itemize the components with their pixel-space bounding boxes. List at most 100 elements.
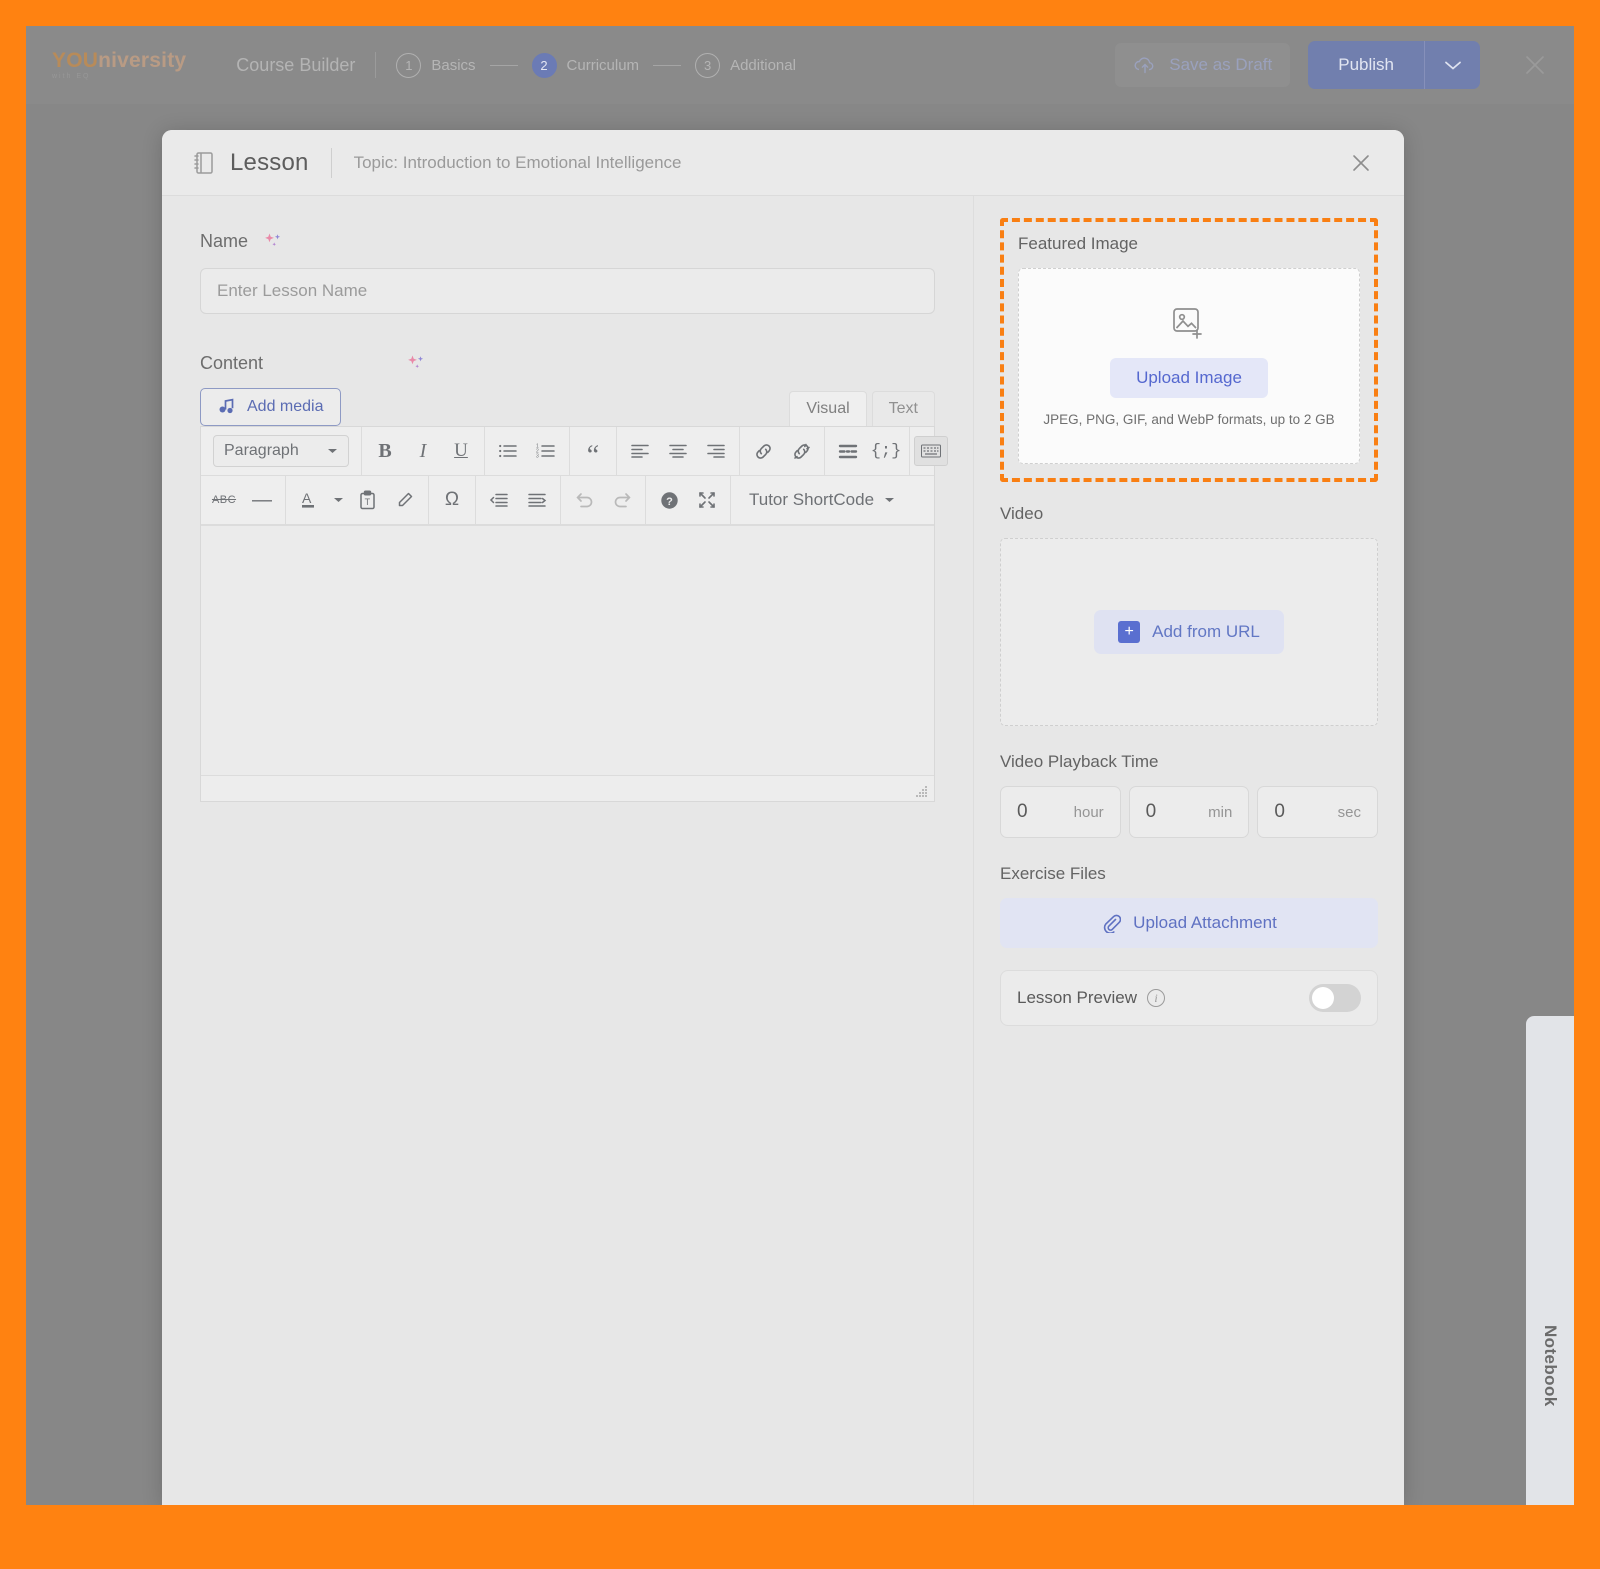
horizontal-rule-icon[interactable]: — <box>243 481 281 519</box>
toolbar-group-insert: {;} <box>825 427 910 475</box>
divider <box>330 147 332 178</box>
close-modal-button[interactable] <box>1348 150 1374 176</box>
add-media-label: Add media <box>247 398 324 415</box>
toolbar-group-link <box>740 427 825 475</box>
editor-content-area[interactable] <box>201 525 934 775</box>
add-media-button[interactable]: Add media <box>200 388 341 426</box>
lesson-form: Name Enter Lesson Name Content Add media… <box>162 196 974 1505</box>
step-curriculum[interactable]: 2 Curriculum <box>531 52 639 78</box>
editor-mode-tabs: Visual Text <box>789 391 935 426</box>
header-actions: Save as Draft Publish <box>1115 41 1550 89</box>
playback-min-unit: min <box>1208 803 1233 821</box>
toolbar-group-quote: “ <box>570 427 617 475</box>
svg-text:T: T <box>364 497 370 507</box>
lesson-preview-row: Lesson Preview i <box>1000 970 1378 1026</box>
playback-hour-input[interactable]: 0 hour <box>1000 786 1121 838</box>
step-number: 3 <box>695 52 721 78</box>
tab-text[interactable]: Text <box>871 391 935 426</box>
toolbar-group-special: Ω <box>429 476 476 524</box>
tutor-shortcode-select[interactable]: Tutor ShortCode <box>735 490 909 510</box>
playback-hour-value: 0 <box>1017 801 1028 822</box>
close-builder-button[interactable] <box>1520 50 1550 80</box>
code-icon[interactable]: {;} <box>867 432 905 470</box>
ai-sparkle-icon[interactable] <box>405 352 427 374</box>
modal-title: Lesson <box>230 148 309 176</box>
featured-image-dropzone[interactable]: Upload Image JPEG, PNG, GIF, and WebP fo… <box>1018 268 1360 464</box>
upload-image-button[interactable]: Upload Image <box>1110 357 1268 398</box>
lesson-name-input[interactable]: Enter Lesson Name <box>200 268 935 314</box>
lesson-preview-toggle[interactable] <box>1309 984 1361 1012</box>
editor-toolbar-row-2: ABC — A T Ω ? Tutor ShortCode <box>201 476 934 525</box>
video-label: Video <box>1000 504 1044 523</box>
paste-as-text-icon[interactable]: T <box>348 481 386 519</box>
notebook-tab[interactable]: Notebook <box>1526 1016 1574 1505</box>
resize-handle[interactable] <box>914 784 928 798</box>
fullscreen-icon[interactable] <box>688 481 726 519</box>
step-basics[interactable]: 1 Basics <box>396 52 476 78</box>
toolbar-group-indent <box>476 476 561 524</box>
logo-tagline: with EQ <box>52 73 91 80</box>
builder-nav: Course Builder 1 Basics 2 Curriculum 3 A… <box>236 52 796 78</box>
step-additional[interactable]: 3 Additional <box>695 52 796 78</box>
undo-icon[interactable] <box>565 481 603 519</box>
italic-icon[interactable]: I <box>404 432 442 470</box>
bulleted-list-icon[interactable] <box>489 432 527 470</box>
unlink-icon[interactable] <box>782 432 820 470</box>
ai-sparkle-icon[interactable] <box>262 230 284 252</box>
align-right-icon[interactable] <box>697 432 735 470</box>
outdent-icon[interactable] <box>480 481 518 519</box>
publish-group: Publish <box>1308 41 1480 89</box>
paperclip-icon <box>1101 913 1122 933</box>
blockquote-icon[interactable]: “ <box>574 432 612 470</box>
keyboard-shortcuts-icon[interactable]: ? <box>650 481 688 519</box>
strikethrough-icon[interactable]: ABC <box>205 481 243 519</box>
svg-text:?: ? <box>666 496 673 508</box>
clear-formatting-icon[interactable] <box>386 481 424 519</box>
publish-button[interactable]: Publish <box>1308 41 1424 89</box>
align-left-icon[interactable] <box>621 432 659 470</box>
text-color-icon[interactable]: A <box>290 481 328 519</box>
video-playback-time-label: Video Playback Time <box>1000 752 1159 771</box>
chevron-down-icon <box>1442 58 1464 72</box>
align-center-icon[interactable] <box>659 432 697 470</box>
modal-header: Lesson Topic: Introduction to Emotional … <box>162 130 1404 196</box>
video-playback-time-row: 0 hour 0 min 0 sec <box>1000 786 1379 838</box>
bold-icon[interactable]: B <box>366 432 404 470</box>
toolbar-toggle-icon[interactable] <box>914 436 948 466</box>
editor-statusbar <box>201 775 934 801</box>
publish-dropdown-button[interactable] <box>1424 41 1480 89</box>
toolbar-group-history <box>561 476 646 524</box>
step-number: 2 <box>531 52 557 78</box>
divider <box>375 52 377 78</box>
lesson-book-icon <box>192 150 216 176</box>
playback-sec-input[interactable]: 0 sec <box>1257 786 1379 838</box>
redo-icon[interactable] <box>603 481 641 519</box>
add-from-url-button[interactable]: + Add from URL <box>1094 610 1284 654</box>
close-icon <box>1520 50 1550 80</box>
app-window: YOUniversity with EQ Course Builder 1 Ba… <box>26 26 1574 1505</box>
tab-visual[interactable]: Visual <box>789 391 867 426</box>
toolbar-group-toggle <box>910 427 952 475</box>
editor-toolbar-row-1: Paragraph B I U 1 2 3 “ {;} <box>201 427 948 476</box>
video-dropzone[interactable]: + Add from URL <box>1000 538 1378 726</box>
lesson-modal: Lesson Topic: Introduction to Emotional … <box>162 130 1404 1505</box>
special-character-icon[interactable]: Ω <box>433 481 471 519</box>
underline-icon[interactable]: U <box>442 432 480 470</box>
save-as-draft-button[interactable]: Save as Draft <box>1115 43 1291 87</box>
logo[interactable]: YOUniversity with EQ <box>52 50 186 80</box>
indent-icon[interactable] <box>518 481 556 519</box>
paragraph-format-label: Paragraph <box>224 442 299 459</box>
read-more-icon[interactable] <box>829 432 867 470</box>
paragraph-format-select[interactable]: Paragraph <box>213 435 349 467</box>
numbered-list-icon[interactable]: 1 2 3 <box>527 432 565 470</box>
info-icon[interactable]: i <box>1147 989 1166 1007</box>
exercise-files-label: Exercise Files <box>1000 864 1106 883</box>
insert-link-icon[interactable] <box>744 432 782 470</box>
playback-min-input[interactable]: 0 min <box>1128 786 1250 838</box>
chevron-down-icon <box>327 447 338 455</box>
playback-sec-unit: sec <box>1337 803 1362 821</box>
toolbar-group-align <box>617 427 740 475</box>
upload-attachment-button[interactable]: Upload Attachment <box>1000 898 1378 948</box>
chevron-down-icon[interactable] <box>328 481 348 519</box>
toolbar-group-block: Paragraph <box>201 427 362 475</box>
